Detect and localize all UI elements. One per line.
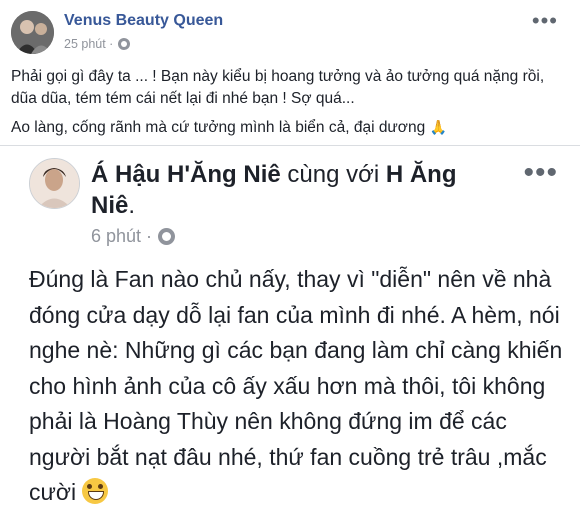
post-text-line1: Phải gọi gì đây ta ... ! Bạn này kiểu bị…: [11, 68, 545, 107]
shared-post-screenshot[interactable]: Á Hậu H'Ăng Niê cùng với H Ăng Niê. ••• …: [0, 145, 580, 512]
grinning-face-icon: [82, 478, 109, 504]
shared-post-text: Đúng là Fan nào chủ nấy, thay vì "diễn" …: [29, 266, 563, 505]
shared-post-body: Đúng là Fan nào chủ nấy, thay vì "diễn" …: [29, 262, 574, 511]
post-time[interactable]: 25 phút ·: [64, 37, 113, 51]
folded-hands-icon: 🙏: [429, 119, 447, 135]
post-meta: 25 phút ·: [64, 37, 131, 51]
more-options-icon[interactable]: •••: [532, 10, 558, 32]
shared-author-name[interactable]: Á Hậu H'Ăng Niê: [91, 161, 281, 188]
facebook-post: Venus Beauty Queen 25 phút · ••• Phải gọ…: [0, 0, 580, 512]
author-avatar[interactable]: [11, 11, 54, 54]
shared-post-meta: 6 phút ·: [91, 226, 176, 247]
shared-with-text: cùng với: [280, 161, 386, 188]
shared-author-line: Á Hậu H'Ăng Niê cùng với H Ăng Niê.: [91, 159, 491, 221]
shared-period: .: [128, 192, 136, 219]
shared-more-options-icon: •••: [523, 156, 558, 189]
shared-author-avatar: [29, 158, 80, 209]
post-text-line2: Ao làng, cống rãnh mà cứ tưởng mình là b…: [11, 116, 571, 139]
post-text-line2-content: Ao làng, cống rãnh mà cứ tưởng mình là b…: [11, 119, 426, 136]
shared-post-time: 6 phút ·: [91, 226, 153, 246]
globe-icon: [118, 38, 131, 50]
shared-avatar-image: [30, 159, 79, 208]
author-name[interactable]: Venus Beauty Queen: [64, 12, 223, 30]
globe-icon: [158, 228, 176, 245]
avatar-image: [11, 11, 54, 54]
